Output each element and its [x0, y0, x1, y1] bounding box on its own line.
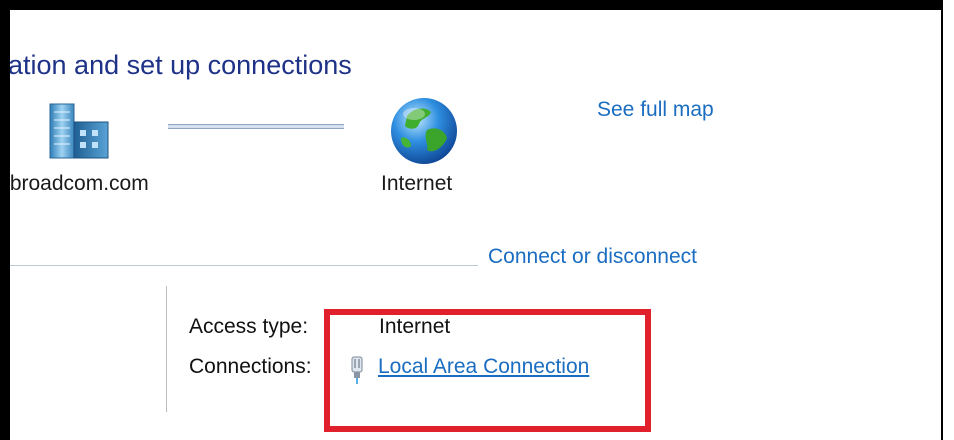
section-divider [10, 265, 478, 266]
connections-label: Connections: [189, 355, 312, 378]
network-connection-line [168, 124, 344, 129]
network-sharing-panel: ation and set up connections .broadcom.c… [10, 10, 941, 440]
connect-or-disconnect-link[interactable]: Connect or disconnect [488, 245, 697, 269]
window-edge [941, 0, 954, 440]
internet-node-label: Internet [381, 172, 453, 195]
access-type-label: Access type: [189, 315, 309, 338]
network-details-divider [166, 286, 167, 412]
page-title: ation and set up connections [10, 50, 352, 80]
globe-icon [391, 98, 457, 164]
domain-server-icon [49, 103, 109, 159]
highlight-annotation-box [324, 309, 651, 432]
see-full-map-link[interactable]: See full map [597, 98, 714, 122]
domain-node-label: .broadcom.com [10, 172, 149, 195]
